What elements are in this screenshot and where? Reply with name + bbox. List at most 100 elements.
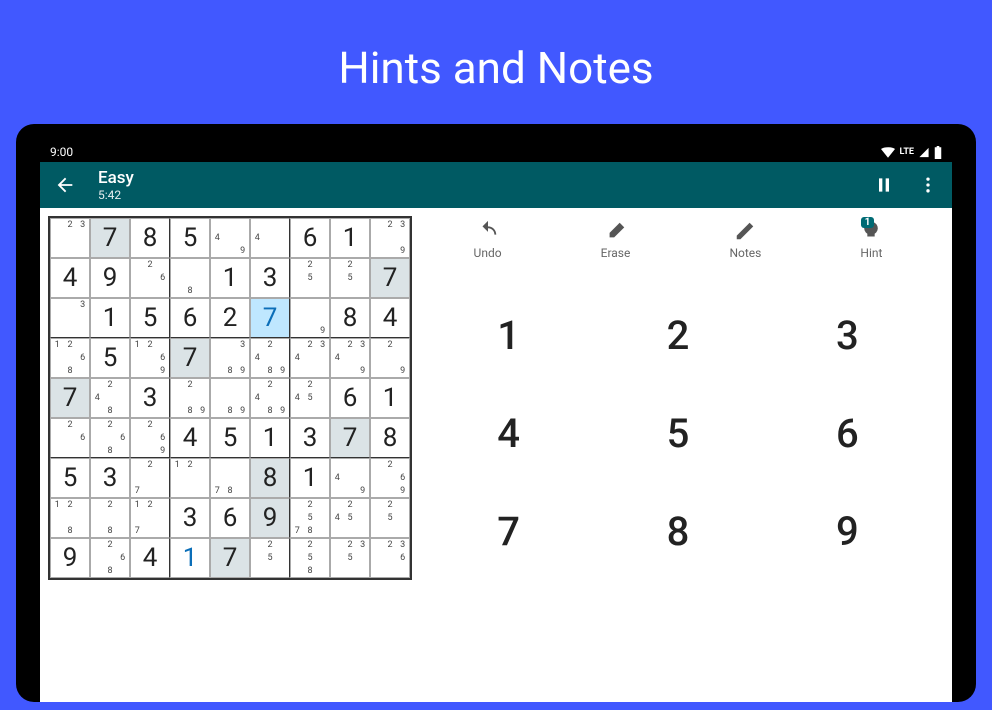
cell-5-5[interactable]: 1: [250, 418, 290, 458]
cell-7-5[interactable]: 9: [250, 498, 290, 538]
cell-1-5[interactable]: 3: [250, 258, 290, 298]
cell-3-1[interactable]: 5: [90, 338, 130, 378]
cell-8-4[interactable]: 7: [210, 538, 250, 578]
cell-0-6[interactable]: 6: [290, 218, 330, 258]
cell-0-1[interactable]: 7: [90, 218, 130, 258]
cell-1-4[interactable]: 1: [210, 258, 250, 298]
cell-4-2[interactable]: 3: [130, 378, 170, 418]
cell-5-3[interactable]: 4: [170, 418, 210, 458]
numkey-6[interactable]: 6: [763, 384, 932, 482]
cell-2-2[interactable]: 5: [130, 298, 170, 338]
cell-7-4[interactable]: 6: [210, 498, 250, 538]
cell-7-3[interactable]: 3: [170, 498, 210, 538]
undo-button[interactable]: Undo: [474, 220, 502, 260]
cell-0-8[interactable]: 239: [370, 218, 410, 258]
cell-4-5[interactable]: 2489: [250, 378, 290, 418]
cell-1-3[interactable]: 8: [170, 258, 210, 298]
cell-6-5[interactable]: 8: [250, 458, 290, 498]
cell-0-3[interactable]: 5: [170, 218, 210, 258]
cell-2-1[interactable]: 1: [90, 298, 130, 338]
cell-7-1[interactable]: 28: [90, 498, 130, 538]
cell-3-6[interactable]: 234: [290, 338, 330, 378]
cell-6-4[interactable]: 78: [210, 458, 250, 498]
cell-3-8[interactable]: 29: [370, 338, 410, 378]
cell-7-0[interactable]: 128: [50, 498, 90, 538]
cell-5-1[interactable]: 268: [90, 418, 130, 458]
numkey-2[interactable]: 2: [593, 286, 762, 384]
cell-3-3[interactable]: 7: [170, 338, 210, 378]
cell-1-8[interactable]: 7: [370, 258, 410, 298]
numkey-8[interactable]: 8: [593, 482, 762, 580]
cell-2-4[interactable]: 2: [210, 298, 250, 338]
cell-3-0[interactable]: 1268: [50, 338, 90, 378]
cell-8-0[interactable]: 9: [50, 538, 90, 578]
cell-8-3[interactable]: 1: [170, 538, 210, 578]
cell-5-0[interactable]: 26: [50, 418, 90, 458]
cell-7-2[interactable]: 127: [130, 498, 170, 538]
cell-1-0[interactable]: 4: [50, 258, 90, 298]
cell-8-6[interactable]: 258: [290, 538, 330, 578]
numkey-9[interactable]: 9: [763, 482, 932, 580]
cell-7-8[interactable]: 25: [370, 498, 410, 538]
notes-button[interactable]: Notes: [729, 220, 761, 260]
numkey-3[interactable]: 3: [763, 286, 932, 384]
numkey-7[interactable]: 7: [424, 482, 593, 580]
cell-4-0[interactable]: 7: [50, 378, 90, 418]
cell-8-1[interactable]: 268: [90, 538, 130, 578]
cell-6-2[interactable]: 27: [130, 458, 170, 498]
cell-4-6[interactable]: 245: [290, 378, 330, 418]
cell-4-7[interactable]: 6: [330, 378, 370, 418]
hint-button[interactable]: 1 Hint: [860, 220, 882, 260]
cell-0-7[interactable]: 1: [330, 218, 370, 258]
cell-5-7[interactable]: 7: [330, 418, 370, 458]
cell-8-8[interactable]: 236: [370, 538, 410, 578]
cell-3-2[interactable]: 1269: [130, 338, 170, 378]
numkey-1[interactable]: 1: [424, 286, 593, 384]
cell-0-2[interactable]: 8: [130, 218, 170, 258]
cell-6-1[interactable]: 3: [90, 458, 130, 498]
cell-4-8[interactable]: 1: [370, 378, 410, 418]
cell-2-5[interactable]: 7: [250, 298, 290, 338]
cell-value: 1: [303, 463, 318, 493]
pause-icon[interactable]: [874, 175, 894, 195]
cell-1-2[interactable]: 26: [130, 258, 170, 298]
numkey-5[interactable]: 5: [593, 384, 762, 482]
more-icon[interactable]: [918, 175, 938, 195]
cell-7-6[interactable]: 2578: [290, 498, 330, 538]
battery-icon: [934, 146, 942, 159]
cell-8-7[interactable]: 235: [330, 538, 370, 578]
cell-2-7[interactable]: 8: [330, 298, 370, 338]
erase-button[interactable]: Erase: [601, 220, 631, 260]
cell-0-0[interactable]: 23: [50, 218, 90, 258]
cell-1-1[interactable]: 9: [90, 258, 130, 298]
cell-0-5[interactable]: 4: [250, 218, 290, 258]
cell-7-7[interactable]: 245: [330, 498, 370, 538]
numkey-4[interactable]: 4: [424, 384, 593, 482]
cell-2-3[interactable]: 6: [170, 298, 210, 338]
cell-8-2[interactable]: 4: [130, 538, 170, 578]
cell-5-6[interactable]: 3: [290, 418, 330, 458]
cell-4-4[interactable]: 89: [210, 378, 250, 418]
cell-3-5[interactable]: 2489: [250, 338, 290, 378]
cell-2-6[interactable]: 9: [290, 298, 330, 338]
cell-0-4[interactable]: 49: [210, 218, 250, 258]
cell-4-3[interactable]: 289: [170, 378, 210, 418]
cell-5-8[interactable]: 8: [370, 418, 410, 458]
cell-1-6[interactable]: 25: [290, 258, 330, 298]
cell-2-8[interactable]: 4: [370, 298, 410, 338]
tablet-frame: 9:00 LTE Easy 5:42 237854946123949268132…: [16, 124, 976, 702]
cell-6-0[interactable]: 5: [50, 458, 90, 498]
cell-5-4[interactable]: 5: [210, 418, 250, 458]
cell-6-3[interactable]: 12: [170, 458, 210, 498]
cell-3-4[interactable]: 389: [210, 338, 250, 378]
back-icon[interactable]: [54, 174, 76, 196]
cell-8-5[interactable]: 25: [250, 538, 290, 578]
cell-1-7[interactable]: 25: [330, 258, 370, 298]
cell-6-8[interactable]: 269: [370, 458, 410, 498]
cell-5-2[interactable]: 269: [130, 418, 170, 458]
cell-4-1[interactable]: 248: [90, 378, 130, 418]
cell-6-7[interactable]: 49: [330, 458, 370, 498]
cell-3-7[interactable]: 2349: [330, 338, 370, 378]
cell-6-6[interactable]: 1: [290, 458, 330, 498]
cell-2-0[interactable]: 3: [50, 298, 90, 338]
